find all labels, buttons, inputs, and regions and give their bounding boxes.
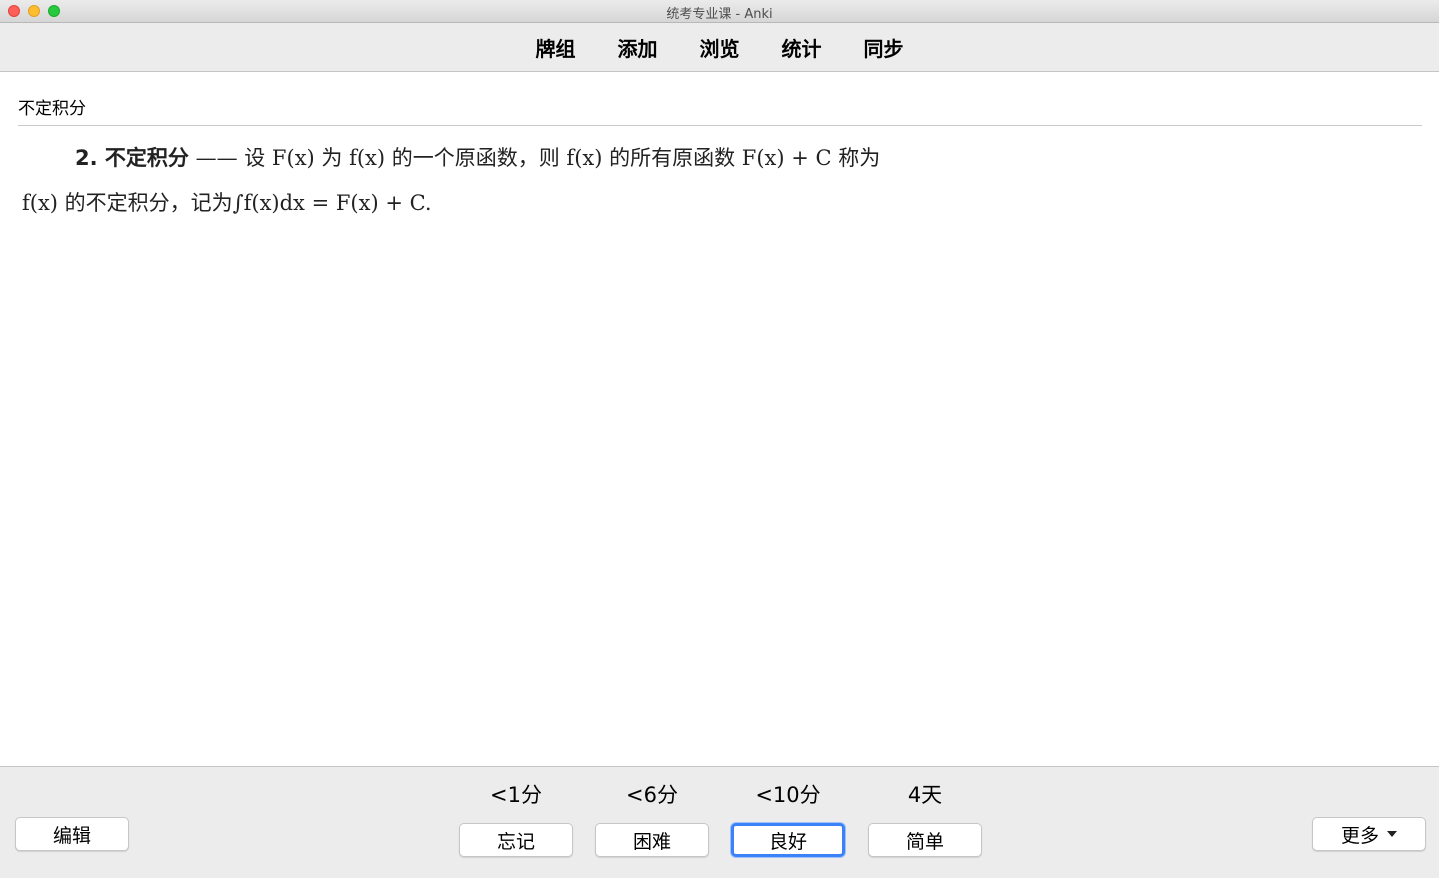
again-button[interactable]: 忘记 (459, 823, 573, 857)
answer-hard: <6分 困难 (595, 781, 709, 857)
definition-text: —— 设 F(x) 为 f(x) 的一个原函数，则 f(x) 的所有原函数 F(… (188, 146, 881, 170)
card-view: 不定积分 2. 不定积分 —— 设 F(x) 为 f(x) 的一个原函数，则 f… (0, 72, 1439, 766)
interval-label: <6分 (626, 783, 678, 807)
card-back-image: 2. 不定积分 —— 设 F(x) 为 f(x) 的一个原函数，则 f(x) 的… (22, 136, 1052, 226)
card-front-text: 不定积分 (18, 99, 86, 119)
good-button[interactable]: 良好 (731, 823, 845, 857)
toolbar-decks[interactable]: 牌组 (536, 33, 576, 62)
main-toolbar: 牌组 添加 浏览 统计 同步 (0, 23, 1439, 72)
answer-divider (18, 125, 1422, 126)
window-title: 统考专业课 - Anki (666, 7, 773, 22)
answer-easy: 4天 简单 (868, 781, 982, 857)
interval-label: 4天 (907, 783, 943, 807)
more-button[interactable]: 更多 (1312, 817, 1426, 851)
dropdown-caret-icon (1387, 831, 1397, 837)
toolbar-sync[interactable]: 同步 (864, 33, 904, 62)
toolbar-browse[interactable]: 浏览 (700, 33, 740, 62)
toolbar-add[interactable]: 添加 (618, 33, 658, 62)
interval-label: <1分 (490, 783, 542, 807)
more-label: 更多 (1340, 824, 1379, 847)
interval-label: <10分 (755, 783, 821, 807)
hard-button[interactable]: 困难 (595, 823, 709, 857)
title-bar: 统考专业课 - Anki (0, 0, 1439, 23)
definition-heading: 2. 不定积分 (75, 146, 189, 170)
toolbar-stats[interactable]: 统计 (782, 33, 822, 62)
card-back-line-2: f(x) 的不定积分，记为∫f(x)dx = F(x) + C. (22, 191, 432, 215)
answer-again: <1分 忘记 (459, 781, 573, 857)
card-back-line-1: 2. 不定积分 —— 设 F(x) 为 f(x) 的一个原函数，则 f(x) 的… (22, 136, 1052, 181)
answer-good: <10分 良好 (731, 781, 845, 857)
edit-button[interactable]: 编辑 (15, 817, 129, 851)
easy-button[interactable]: 简单 (868, 823, 982, 857)
review-bottom-bar: 编辑 <1分 忘记 <6分 困难 <10分 良好 4天 简单 更多 (0, 766, 1439, 878)
